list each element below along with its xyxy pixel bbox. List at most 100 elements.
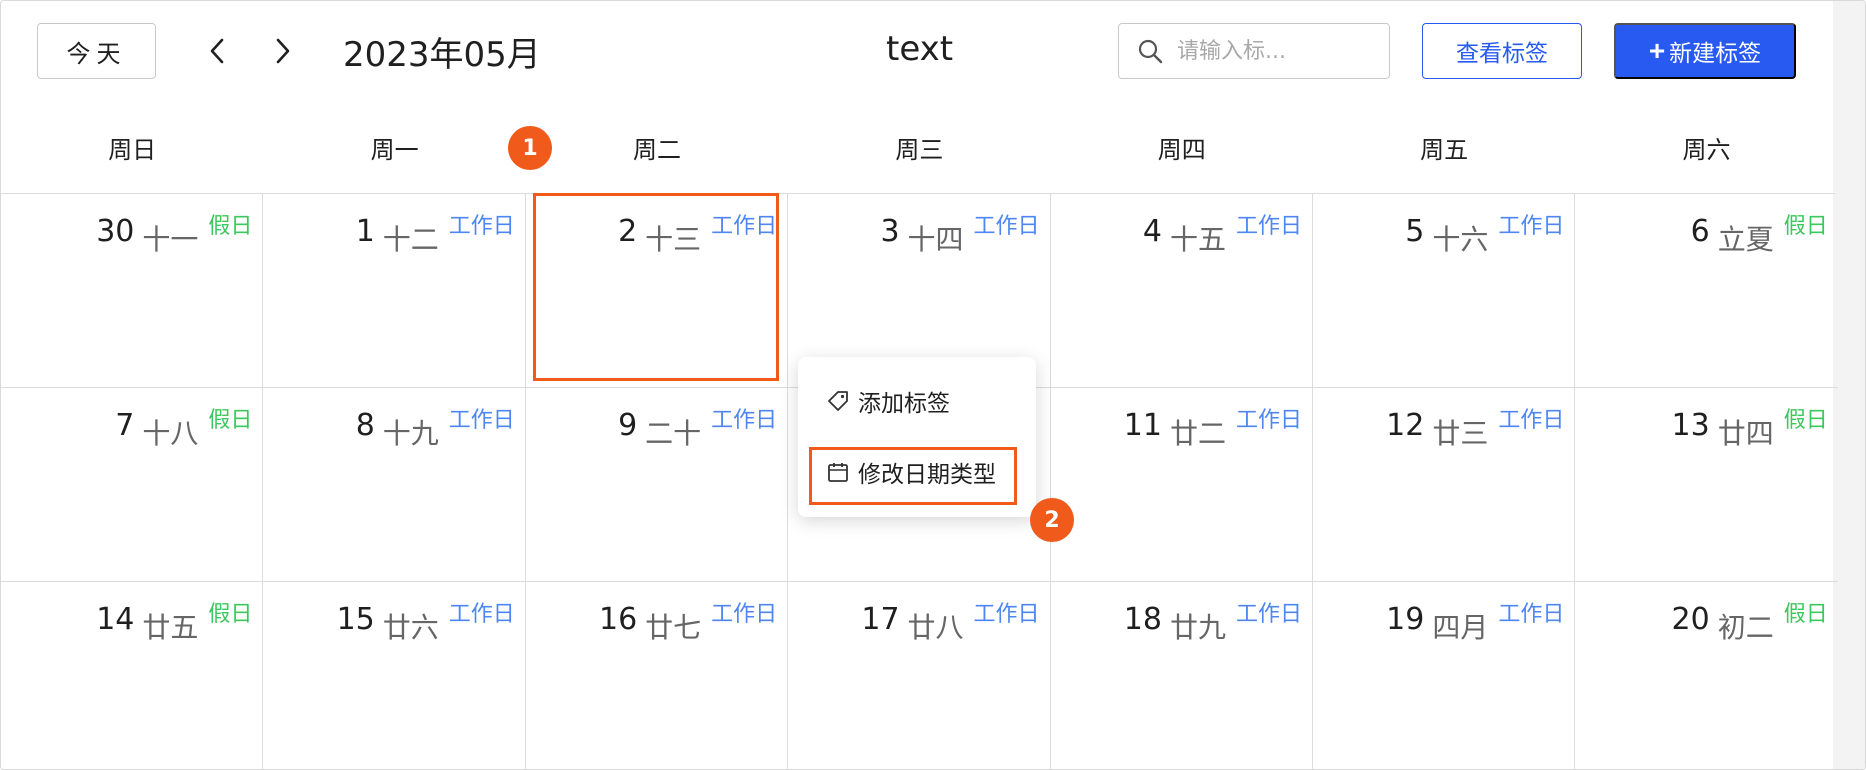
calendar-day-cell[interactable]: 2 十三 工作日	[525, 194, 789, 388]
day-number: 2	[618, 214, 638, 249]
lunar-date: 廿八	[907, 611, 964, 644]
calendar-day-cell[interactable]: 20 初二 假日	[1575, 582, 1837, 769]
day-type-badge: 假日	[208, 602, 253, 627]
lunar-date: 廿三	[1432, 417, 1489, 450]
weekday-label: 周三	[895, 135, 944, 164]
day-number: 18	[1123, 602, 1162, 637]
day-type-badge: 工作日	[1498, 602, 1565, 627]
weekday-label: 周四	[1157, 135, 1206, 164]
calendar-window: 今天 2023年05月 text 查看标签 + 新建标签 周日 周一 周二 周三…	[0, 0, 1866, 770]
tag-search-box[interactable]	[1118, 23, 1390, 79]
day-type-badge: 工作日	[448, 408, 515, 433]
day-type-badge: 工作日	[1498, 408, 1565, 433]
day-number: 14	[96, 602, 135, 637]
calendar-day-cell[interactable]: 13 廿四 假日	[1575, 388, 1838, 582]
day-type-badge: 工作日	[1235, 602, 1302, 627]
chevron-right-icon	[276, 38, 290, 64]
search-icon	[1138, 39, 1163, 64]
day-type-badge: 工作日	[711, 602, 778, 627]
change-date-type-label: 修改日期类型	[858, 462, 996, 488]
calendar-day-cell[interactable]: 19 四月 工作日	[1313, 582, 1576, 769]
day-type-badge: 工作日	[1498, 214, 1565, 239]
day-number: 11	[1123, 408, 1162, 443]
lunar-date: 廿九	[1169, 611, 1226, 644]
add-tag-menu-item[interactable]: 添加标签	[826, 379, 950, 423]
calendar-day-cell[interactable]: 9 二十 工作日	[525, 388, 789, 582]
weekday-header: 周日 周一 周二 周三 周四 周五 周六	[1, 101, 1835, 193]
weekday-label: 周日	[108, 135, 157, 164]
new-tag-button[interactable]: + 新建标签	[1614, 23, 1796, 79]
weekday-label: 周六	[1682, 135, 1731, 164]
day-type-badge: 假日	[208, 214, 253, 239]
chevron-left-icon	[210, 38, 224, 64]
next-month-button[interactable]	[263, 29, 303, 73]
lunar-date: 廿六	[382, 611, 439, 644]
lunar-date: 廿七	[645, 611, 702, 644]
day-type-badge: 假日	[1783, 408, 1828, 433]
calendar-icon	[828, 463, 848, 482]
lunar-date: 十三	[645, 223, 702, 256]
tag-search-input[interactable]	[1177, 38, 1377, 64]
lunar-date: 十六	[1432, 223, 1489, 256]
calendar-day-cell[interactable]: 7 十八 假日	[1, 388, 264, 582]
lunar-date: 十二	[382, 223, 439, 256]
calendar-day-cell[interactable]: 30 十一 假日	[1, 194, 264, 388]
day-type-badge: 工作日	[973, 214, 1040, 239]
calendar-day-cell[interactable]: 8 十九 工作日	[263, 388, 526, 582]
change-date-type-menu-item[interactable]: 修改日期类型	[826, 450, 996, 494]
calendar-day-cell[interactable]: 18 廿九 工作日	[1051, 582, 1313, 769]
day-number: 1	[355, 214, 375, 249]
lunar-date: 廿四	[1717, 417, 1774, 450]
day-type-badge: 假日	[1783, 214, 1828, 239]
weekday-label: 周五	[1420, 135, 1469, 164]
day-type-badge: 工作日	[973, 602, 1040, 627]
day-type-badge: 工作日	[711, 408, 778, 433]
day-number: 15	[336, 602, 375, 637]
scrollbar-track[interactable]	[1833, 1, 1865, 769]
calendar-day-cell[interactable]: 5 十六 工作日	[1312, 194, 1576, 388]
day-number: 4	[1142, 214, 1162, 249]
lunar-date: 四月	[1432, 611, 1489, 644]
day-number: 20	[1671, 602, 1710, 637]
lunar-date: 十五	[1169, 223, 1226, 256]
calendar-day-cell[interactable]: 6 立夏 假日	[1575, 194, 1838, 388]
day-number: 9	[618, 408, 638, 443]
step-badge-1: 1	[508, 126, 552, 170]
calendar-day-cell[interactable]: 4 十五 工作日	[1050, 194, 1313, 388]
day-number: 17	[861, 602, 900, 637]
day-type-badge: 工作日	[1235, 214, 1302, 239]
tag-icon	[828, 391, 848, 411]
lunar-date: 十一	[142, 223, 199, 256]
month-title: 2023年05月	[343, 35, 541, 75]
calendar-day-cell[interactable]: 11 廿二 工作日	[1050, 388, 1313, 582]
calendar-day-cell[interactable]: 1 十二 工作日	[263, 194, 526, 388]
today-button[interactable]: 今天	[37, 23, 156, 79]
lunar-date: 十八	[142, 417, 199, 450]
lunar-date: 二十	[645, 417, 702, 450]
prev-month-button[interactable]	[197, 29, 237, 73]
calendar-day-cell[interactable]: 12 廿三 工作日	[1312, 388, 1576, 582]
lunar-date: 十四	[907, 223, 964, 256]
step-badge-2: 2	[1030, 498, 1074, 542]
lunar-date: 十九	[382, 417, 439, 450]
calendar-day-cell[interactable]: 15 廿六 工作日	[263, 582, 526, 769]
day-number: 3	[880, 214, 900, 249]
add-tag-label: 添加标签	[858, 391, 950, 417]
day-type-badge: 工作日	[711, 214, 778, 239]
weekday-label: 周一	[370, 135, 419, 164]
calendar-day-cell[interactable]: 14 廿五 假日	[1, 582, 264, 769]
day-type-badge: 工作日	[448, 602, 515, 627]
day-number: 16	[598, 602, 638, 637]
day-context-menu: 添加标签 修改日期类型	[798, 357, 1036, 517]
view-tags-button[interactable]: 查看标签	[1422, 23, 1582, 79]
day-number: 30	[96, 214, 135, 249]
day-type-badge: 假日	[1783, 602, 1828, 627]
new-tag-label: 新建标签	[1669, 40, 1762, 66]
calendar-day-cell[interactable]: 17 廿八 工作日	[788, 582, 1051, 769]
plus-icon: +	[1648, 35, 1666, 66]
day-number: 12	[1386, 408, 1425, 443]
calendar-day-cell[interactable]: 16 廿七 工作日	[526, 582, 789, 769]
lunar-date: 立夏	[1717, 223, 1774, 256]
day-number: 7	[115, 408, 135, 443]
calendar-toolbar: 今天 2023年05月 text 查看标签 + 新建标签	[1, 1, 1835, 101]
